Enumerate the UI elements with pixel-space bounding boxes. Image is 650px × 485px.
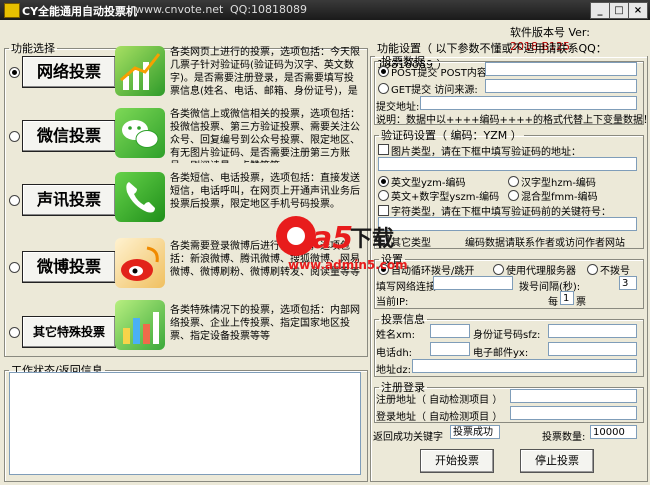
other-vote-button[interactable]: 其它特殊投票 (22, 316, 116, 348)
submit-addr-input[interactable] (420, 96, 637, 110)
char-captcha-label: 字符类型，请在下框中填写验证码前的关键符号： (391, 207, 611, 218)
captcha-en-digit-radio[interactable] (378, 190, 389, 201)
captcha-mixed-label: 混合型fmm-编码 (521, 192, 598, 203)
web-vote-desc: 各类网页上进行的投票，选项包括：今天限几票子针对验证码(验证码为汉字、英文数字)… (170, 47, 360, 97)
current-ip-label: 当前IP: (376, 297, 409, 308)
every-unit: 票 (576, 297, 586, 308)
image-captcha-checkbox[interactable] (378, 144, 389, 155)
web-vote-button[interactable]: 网络投票 (22, 56, 116, 88)
app-icon (4, 3, 20, 18)
address-label: 地址dz: (376, 365, 411, 376)
name-input[interactable] (430, 324, 470, 338)
status-textarea[interactable] (9, 372, 361, 475)
func-select-legend: 功能选择 (11, 42, 55, 55)
reg-addr-label: 注册地址（ 自动检测项目 ） (376, 395, 503, 406)
wechat-icon (115, 108, 165, 158)
close-button[interactable]: × (628, 2, 648, 19)
captcha-en-num-label: 英文型yzm-编码 (391, 178, 466, 189)
minimize-button[interactable]: _ (590, 2, 610, 19)
wechat-vote-desc: 各类微信上或微信相关的投票，选项包括：投微信投票、第三方验证投票、需要关注公众号… (170, 109, 360, 163)
watermark-logo: a5 下载 www.admin5.com (268, 212, 418, 274)
address-input[interactable] (412, 359, 637, 373)
weibo-icon (115, 238, 165, 288)
maximize-button[interactable]: □ (609, 2, 629, 19)
captcha-cn-radio[interactable] (508, 176, 519, 187)
submit-note: 说明：数据中以++++编码++++的格式代替上下变量数据！ (376, 115, 650, 126)
chart-growth-icon (115, 46, 165, 96)
name-label: 姓名xm: (376, 330, 416, 341)
vote-info-legend: 投票信息 (381, 313, 425, 326)
phone-label: 电话dh: (376, 348, 413, 359)
success-keyword-input[interactable]: 投票成功 (450, 425, 500, 439)
no-dial-radio[interactable] (587, 264, 598, 275)
no-dial-label: 不拨号 (600, 266, 630, 277)
logo-text: a5 (312, 221, 353, 256)
connect-input[interactable] (433, 276, 513, 290)
start-vote-button[interactable]: 开始投票 (420, 449, 494, 473)
weibo-vote-button[interactable]: 微博投票 (22, 251, 116, 283)
other-vote-desc: 各类特殊情况下的投票，选项包括：内部网络投票、企业上传投票、指定国家地区投票、指… (170, 305, 360, 342)
captcha-cn-label: 汉字型hzm-编码 (521, 178, 596, 189)
interval-input[interactable]: 3 (619, 276, 637, 290)
logo-url: www.admin5.com (288, 258, 408, 272)
every-input[interactable]: 1 (560, 291, 574, 305)
post-label: POST提交 POST内容: (391, 68, 491, 79)
image-captcha-input[interactable] (378, 157, 637, 171)
title-bar: CY全能通用自动投票机 www.cnvote.net QQ:10818089 _… (0, 0, 650, 20)
vote-count-input[interactable]: 10000 (590, 425, 637, 439)
login-addr-label: 登录地址（ 自动检测项目 ） (376, 412, 503, 423)
window-qq: QQ:10818089 (230, 3, 308, 16)
func-radio-web[interactable] (9, 67, 20, 78)
post-radio[interactable] (378, 66, 389, 77)
window-site: www.cnvote.net (135, 3, 224, 16)
voice-vote-button[interactable]: 声讯投票 (22, 184, 116, 216)
a5-logo-graphic: a5 下载 www.admin5.com (276, 216, 408, 272)
login-addr-input[interactable] (510, 406, 637, 420)
window-title: CY全能通用自动投票机 (22, 5, 138, 18)
stop-vote-button[interactable]: 停止投票 (520, 449, 594, 473)
success-keyword-label: 返回成功关键字 (373, 432, 443, 443)
use-proxy-label: 使用代理服务器 (506, 266, 576, 277)
email-label: 电子邮件yx: (473, 348, 529, 359)
reg-addr-input[interactable] (510, 389, 637, 403)
image-captcha-label: 图片类型，请在下框中填写验证码的地址： (391, 147, 581, 158)
current-ip-value (412, 291, 513, 305)
every-label: 每 (548, 297, 558, 308)
captcha-legend: 验证码设置（ 编码：YZM ） (381, 129, 522, 142)
func-radio-other[interactable] (9, 327, 20, 338)
use-proxy-radio[interactable] (493, 264, 504, 275)
vote-count-label: 投票数量: (542, 432, 586, 443)
version-label: 软件版本号 Ver: (510, 26, 590, 39)
get-radio[interactable] (378, 83, 389, 94)
post-input[interactable] (485, 62, 637, 76)
wechat-vote-button[interactable]: 微信投票 (22, 120, 116, 152)
func-radio-voice[interactable] (9, 195, 20, 206)
func-radio-wechat[interactable] (9, 131, 20, 142)
captcha-en-digit-label: 英文+数字型yszm-编码 (391, 192, 500, 203)
captcha-en-num-radio[interactable] (378, 176, 389, 187)
func-radio-weibo[interactable] (9, 262, 20, 273)
logo-suffix: 下载 (350, 226, 394, 252)
phone-input[interactable] (430, 342, 470, 356)
captcha-mixed-radio[interactable] (508, 190, 519, 201)
bar-chart-icon (115, 300, 165, 350)
email-input[interactable] (548, 342, 637, 356)
get-label: GET提交 访问来源: (391, 85, 478, 96)
other-captcha-note: 编码数据请联系作者或访问作者网站 (465, 238, 625, 249)
id-input[interactable] (548, 324, 637, 338)
id-label: 身份证号码sfz: (473, 330, 541, 341)
phone-icon (115, 172, 165, 222)
get-input[interactable] (485, 79, 637, 93)
